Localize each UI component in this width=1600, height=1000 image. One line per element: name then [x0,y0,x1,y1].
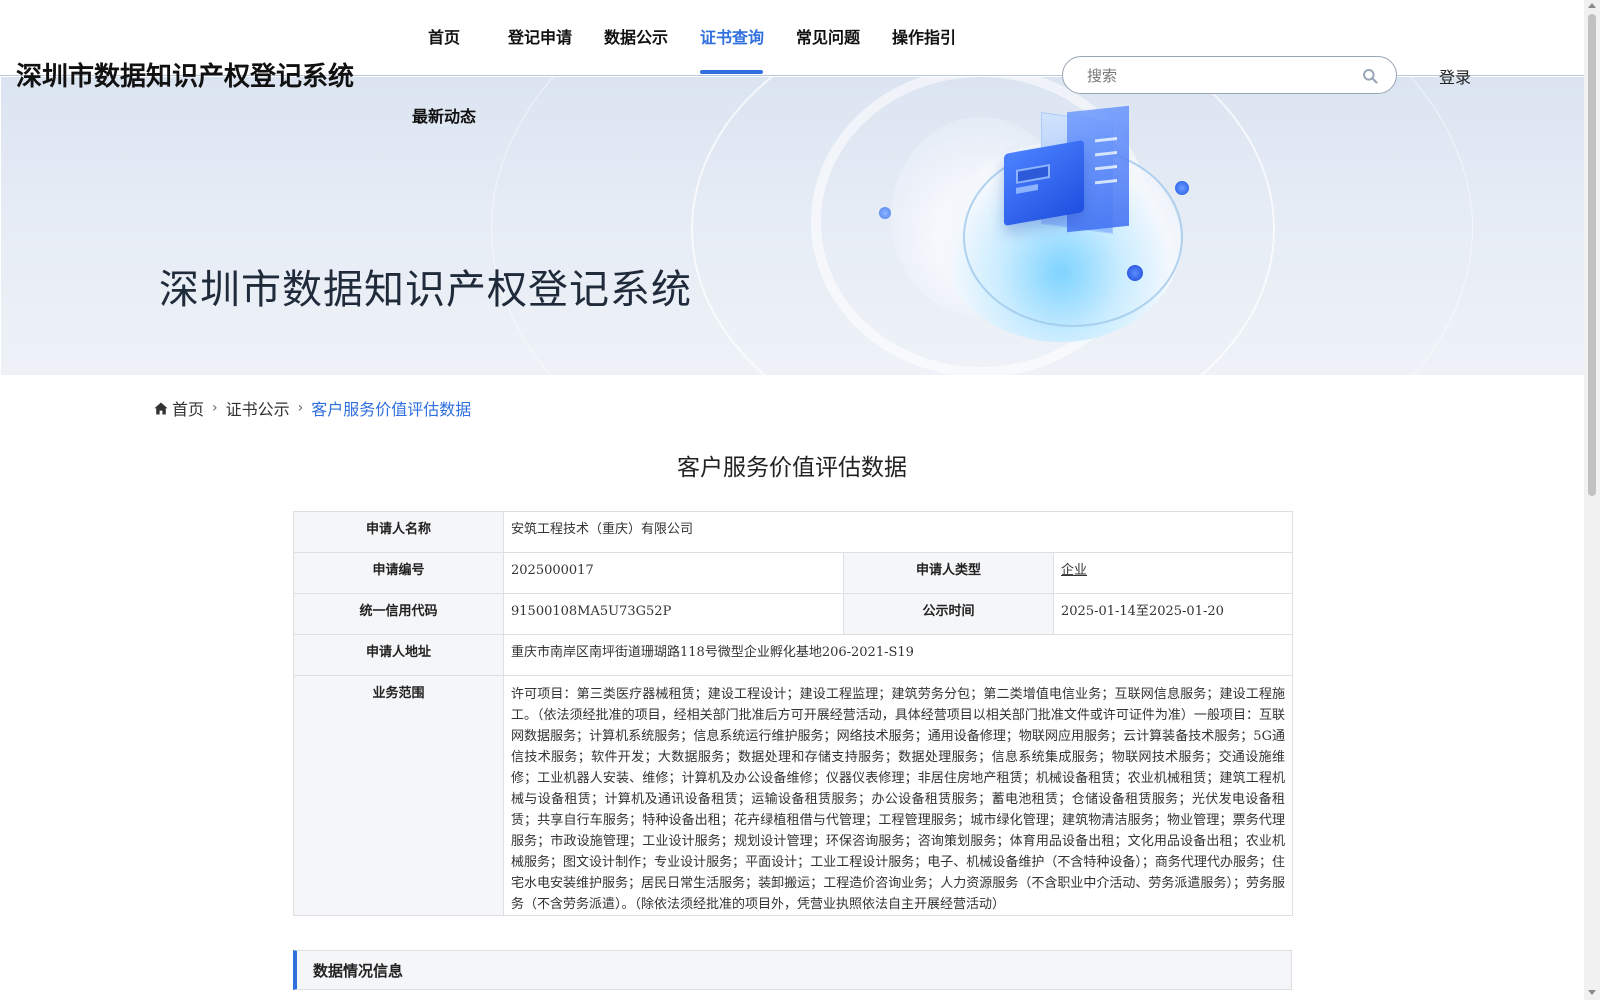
scrollbar-thumb[interactable] [1588,14,1596,496]
address-label: 申请人地址 [293,634,504,676]
applicant-type-value-cell: 企业 [1053,552,1293,594]
hero-certificate-illustration [1004,139,1084,227]
nav-certificate-query[interactable]: 证书查询 [700,24,764,48]
search-input[interactable] [1085,64,1349,88]
applicant-name-label: 申请人名称 [293,511,504,553]
table-row: 申请人名称 安筑工程技术（重庆）有限公司 [293,511,1293,553]
publicity-time-value: 2025-01-14至2025-01-20 [1053,593,1293,635]
nav-data-publicity[interactable]: 数据公示 [604,24,668,48]
credit-code-label: 统一信用代码 [293,593,504,635]
data-info-section-header: 数据情况信息 [293,950,1292,990]
applicant-info-table: 申请人名称 安筑工程技术（重庆）有限公司 申请编号 2025000017 申请人… [293,511,1293,916]
breadcrumb-current: 客户服务价值评估数据 [311,400,472,419]
credit-code-value: 91500108MA5U73G52P [503,593,844,635]
hero-decoration-dot [1127,265,1143,281]
hero-banner: 深圳市数据知识产权登记系统 [1,77,1584,375]
publicity-time-label: 公示时间 [843,593,1054,635]
scroll-up-icon[interactable] [1588,3,1596,8]
address-value: 重庆市南岸区南坪街道珊瑚路118号微型企业孵化基地206-2021-S19 [503,634,1293,676]
chevron-right-icon: › [212,400,218,416]
nav-latest-news[interactable]: 最新动态 [412,103,476,127]
nav-registration-apply[interactable]: 登记申请 [508,24,572,48]
business-scope-value: 许可项目：第三类医疗器械租赁；建设工程设计；建设工程监理；建筑劳务分包；第二类增… [503,675,1293,916]
nav-operation-guide[interactable]: 操作指引 [892,24,956,48]
applicant-type-value: 企业 [1061,563,1088,578]
table-row: 申请编号 2025000017 申请人类型 企业 [293,552,1293,594]
login-link[interactable]: 登录 [1439,64,1471,88]
table-row: 统一信用代码 91500108MA5U73G52P 公示时间 2025-01-1… [293,593,1293,635]
site-title: 深圳市数据知识产权登记系统 [16,62,355,92]
section-title: 数据情况信息 [313,962,404,980]
page-title: 客户服务价值评估数据 [677,455,907,481]
breadcrumb-home[interactable]: 首页 [172,396,204,420]
search-icon[interactable] [1362,68,1378,84]
hero-decoration-dot [1175,181,1189,195]
nav-faq[interactable]: 常见问题 [796,24,860,48]
applicant-type-label: 申请人类型 [843,552,1054,594]
nav-home[interactable]: 首页 [428,24,460,48]
applicant-name-value: 安筑工程技术（重庆）有限公司 [503,511,1293,553]
breadcrumb-certificate-publicity[interactable]: 证书公示 [226,396,290,420]
home-icon [154,402,168,414]
application-no-label: 申请编号 [293,552,504,594]
application-no-value: 2025000017 [503,552,844,594]
hero-title: 深圳市数据知识产权登记系统 [159,267,692,313]
table-row: 申请人地址 重庆市南岸区南坪街道珊瑚路118号微型企业孵化基地206-2021-… [293,634,1293,676]
business-scope-label: 业务范围 [293,675,504,916]
nav-active-indicator [700,70,763,74]
table-row: 业务范围 许可项目：第三类医疗器械租赁；建设工程设计；建设工程监理；建筑劳务分包… [293,675,1293,916]
search-box [1062,56,1397,94]
breadcrumb: 首页 › 证书公示 › 客户服务价值评估数据 [154,396,471,420]
page-scrollbar[interactable] [1584,0,1600,1000]
scroll-down-icon[interactable] [1588,990,1596,995]
top-header: 深圳市数据知识产权登记系统 首页 登记申请 数据公示 证书查询 常见问题 操作指… [0,0,1584,126]
chevron-right-icon: › [297,400,304,416]
hero-decoration-dot [879,207,891,219]
